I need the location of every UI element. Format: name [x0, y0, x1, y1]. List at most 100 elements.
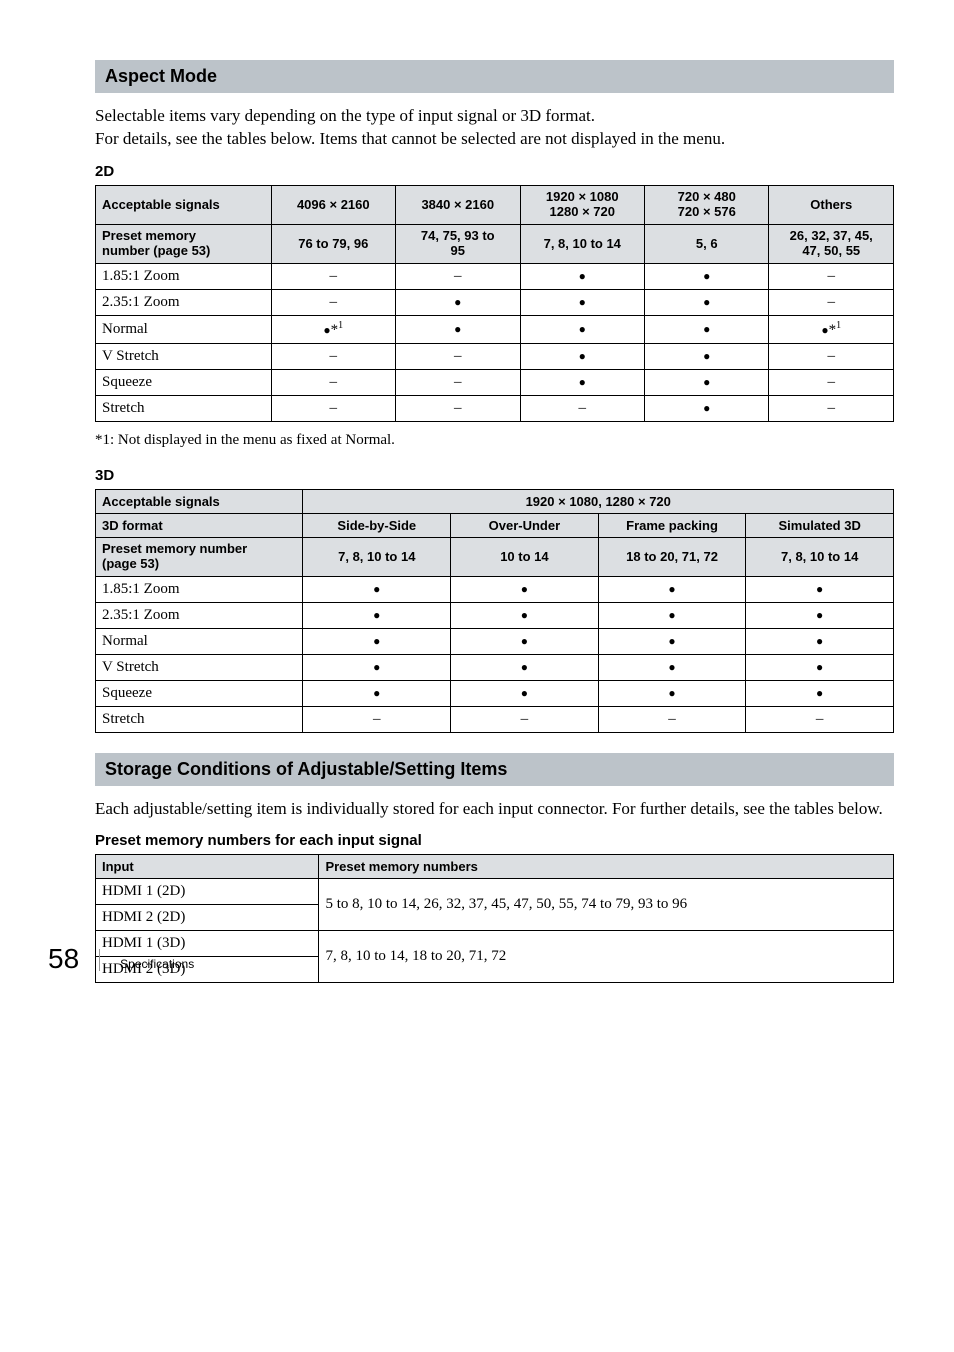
dot-icon: ● [579, 349, 586, 363]
cell: – [271, 369, 395, 395]
dot-icon: ● [668, 686, 675, 700]
cell: ● [303, 576, 451, 602]
table-2d: Acceptable signals 4096 × 2160 3840 × 21… [95, 185, 894, 422]
cell: ● [746, 602, 894, 628]
cell: ● [645, 263, 769, 289]
dot-icon: ● [703, 349, 710, 363]
dot-icon: ● [668, 608, 675, 622]
dot-icon: ● [521, 660, 528, 674]
row-label: 2.35:1 Zoom [96, 289, 272, 315]
cell: ● [746, 680, 894, 706]
dot-icon: ● [373, 608, 380, 622]
th-preset3da: Preset memory number [102, 541, 247, 556]
th-p2b: 95 [451, 243, 465, 258]
dash-mark: – [827, 294, 835, 310]
cell: ● [303, 602, 451, 628]
dot-icon: ● [579, 269, 586, 283]
section-title-storage: Storage Conditions of Adjustable/Setting… [105, 759, 507, 779]
row-label: Squeeze [96, 369, 272, 395]
dot-icon: ● [579, 295, 586, 309]
th-others: Others [769, 185, 894, 224]
th-p5a: 26, 32, 37, 45, [790, 228, 873, 243]
cell: ● [396, 315, 520, 343]
th-1920b: 1280 × 720 [550, 204, 615, 219]
dot-icon: ● [816, 582, 823, 596]
th-p2: 74, 75, 93 to 95 [396, 224, 520, 263]
dot-icon: ● [703, 322, 710, 336]
dash-mark: – [454, 348, 462, 364]
cell: – [769, 289, 894, 315]
row-label: Normal [96, 628, 303, 654]
dash-mark: – [454, 374, 462, 390]
th-p2a: 74, 75, 93 to [421, 228, 495, 243]
dash-mark: – [827, 348, 835, 364]
th-1920a: 1920 × 1080 [546, 189, 619, 204]
cell: ● [746, 576, 894, 602]
dot-icon: ● [373, 660, 380, 674]
table-row: HDMI 1 (3D) 7, 8, 10 to 14, 18 to 20, 71… [96, 931, 894, 957]
table-row: 1.85:1 Zoom––●●– [96, 263, 894, 289]
cell: – [451, 706, 599, 732]
th-720a: 720 × 480 [678, 189, 736, 204]
table-row: Stretch – – – – [96, 706, 894, 732]
storage-intro: Each adjustable/setting item is individu… [95, 798, 894, 821]
dot-asterisk: ●*1 [821, 322, 841, 338]
table-row: HDMI 1 (2D) 5 to 8, 10 to 14, 26, 32, 37… [96, 879, 894, 905]
th-accept3d: Acceptable signals [96, 489, 303, 513]
table-row: Normal●*1●●●●*1 [96, 315, 894, 343]
cell: ● [303, 654, 451, 680]
table-row: 2.35:1 Zoom●●●● [96, 602, 894, 628]
dot-icon: ● [521, 634, 528, 648]
cell: – [303, 706, 451, 732]
cell: ● [645, 369, 769, 395]
row-label: Stretch [96, 395, 272, 421]
cell: ● [645, 343, 769, 369]
row-label: Stretch [96, 706, 303, 732]
cell: – [746, 706, 894, 732]
cell: ● [746, 654, 894, 680]
cell: ● [451, 576, 599, 602]
dot-icon: ● [373, 686, 380, 700]
th-p1: 76 to 79, 96 [271, 224, 395, 263]
th-p4: 5, 6 [645, 224, 769, 263]
th-pmn: Preset memory numbers [319, 855, 894, 879]
th-720b: 720 × 576 [678, 204, 736, 219]
td-hdmi1-2d: HDMI 1 (2D) [96, 879, 319, 905]
th-3d-p2: 10 to 14 [451, 537, 599, 576]
page-footer: 58 Specifications [48, 943, 194, 975]
dot-icon: ● [373, 582, 380, 596]
th-4096: 4096 × 2160 [271, 185, 395, 224]
section-bar-storage: Storage Conditions of Adjustable/Setting… [95, 753, 894, 786]
section-bar-aspect-mode: Aspect Mode [95, 60, 894, 93]
dot-icon: ● [579, 375, 586, 389]
row-label: V Stretch [96, 654, 303, 680]
cell: – [396, 343, 520, 369]
cell: ● [396, 289, 520, 315]
dash-mark: – [373, 711, 381, 727]
table-row: Preset memory number (page 53) 7, 8, 10 … [96, 537, 894, 576]
dash-mark: – [668, 711, 676, 727]
table-preset-signal: Input Preset memory numbers HDMI 1 (2D) … [95, 854, 894, 983]
table-row: Stretch–––●– [96, 395, 894, 421]
cell: – [769, 395, 894, 421]
cell: – [769, 369, 894, 395]
th-f1: Side-by-Side [303, 513, 451, 537]
dot-asterisk: ●*1 [323, 322, 343, 338]
cell: ● [598, 602, 746, 628]
dash-mark: – [330, 348, 338, 364]
dot-icon: ● [816, 608, 823, 622]
th-preset: Preset memory number (page 53) [96, 224, 272, 263]
dash-mark: – [454, 268, 462, 284]
cell: ● [520, 289, 644, 315]
dash-mark: – [816, 711, 824, 727]
cell: ● [451, 654, 599, 680]
cell: ● [746, 628, 894, 654]
table-row: V Stretch●●●● [96, 654, 894, 680]
dot-icon: ● [373, 634, 380, 648]
cell: ● [451, 602, 599, 628]
cell: ●*1 [769, 315, 894, 343]
footer-section-label: Specifications [120, 957, 194, 971]
cell: ● [645, 315, 769, 343]
cell: – [271, 289, 395, 315]
dot-icon: ● [703, 269, 710, 283]
